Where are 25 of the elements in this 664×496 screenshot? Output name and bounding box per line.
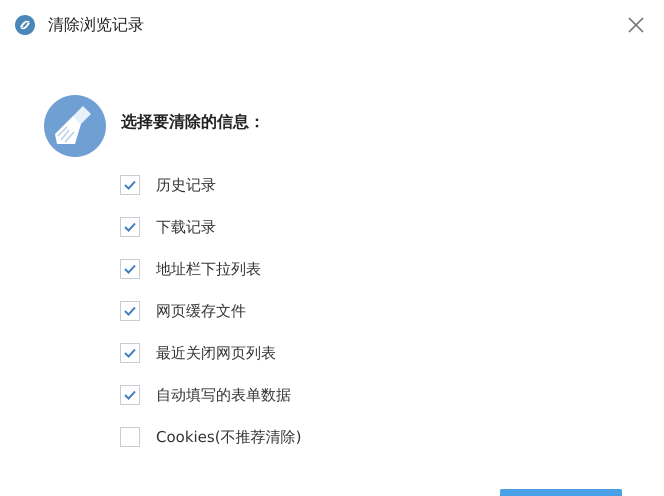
checkbox-label: 地址栏下拉列表 — [156, 260, 261, 278]
checkbox-label: 下载记录 — [156, 218, 216, 236]
checkbox[interactable] — [120, 217, 140, 237]
checkbox-label: 网页缓存文件 — [156, 302, 246, 320]
app-logo-icon — [14, 14, 36, 36]
check-icon — [123, 388, 137, 402]
check-icon — [123, 346, 137, 360]
close-icon[interactable] — [626, 15, 646, 35]
checkbox[interactable] — [120, 343, 140, 363]
checkbox[interactable] — [120, 385, 140, 405]
checkbox[interactable] — [120, 259, 140, 279]
check-icon — [123, 262, 137, 276]
checkbox-label: 自动填写的表单数据 — [156, 386, 291, 404]
checkbox[interactable] — [120, 427, 140, 447]
window-title: 清除浏览记录 — [48, 14, 144, 36]
section-heading: 选择要清除的信息： — [121, 112, 265, 132]
check-icon — [123, 304, 137, 318]
check-icon — [123, 178, 137, 192]
checkbox-label: Cookies(不推荐清除) — [156, 428, 302, 446]
checkbox-label: 最近关闭网页列表 — [156, 344, 276, 362]
broom-icon — [43, 94, 107, 158]
checkbox[interactable] — [120, 301, 140, 321]
check-icon — [123, 220, 137, 234]
checkbox[interactable] — [120, 175, 140, 195]
checkbox-label: 历史记录 — [156, 176, 216, 194]
